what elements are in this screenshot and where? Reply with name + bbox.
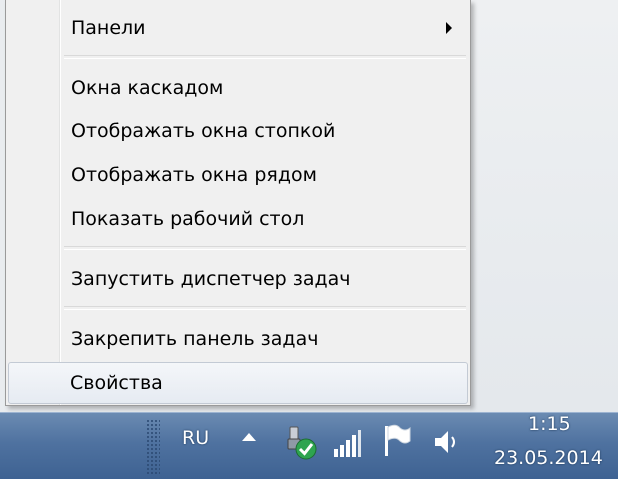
taskbar-grip-handle[interactable]: [146, 419, 160, 475]
menu-item-label: Показать рабочий стол: [71, 208, 305, 230]
desktop-background[interactable]: [470, 0, 618, 412]
clock-date[interactable]: 23.05.2014: [494, 447, 603, 469]
language-indicator[interactable]: RU: [182, 427, 209, 449]
menu-item-task-manager[interactable]: Запустить диспетчер задач: [8, 259, 468, 299]
submenu-arrow-icon: [446, 22, 452, 34]
show-hidden-icons-arrow-icon[interactable]: [242, 433, 256, 441]
action-center-flag-icon[interactable]: [382, 423, 412, 461]
menu-item-label: Отображать окна рядом: [71, 164, 317, 186]
menu-separator: [64, 306, 466, 310]
menu-item-label: Панели: [71, 17, 146, 39]
menu-item-lock-taskbar[interactable]: Закрепить панель задач: [8, 319, 468, 359]
menu-item-show-desktop[interactable]: Показать рабочий стол: [8, 199, 468, 239]
menu-separator: [64, 246, 466, 250]
volume-icon[interactable]: [432, 427, 460, 461]
menu-item-label: Свойства: [70, 372, 163, 394]
menu-item-cascade-windows[interactable]: Окна каскадом: [8, 68, 468, 108]
signal-bars-icon[interactable]: [332, 429, 362, 463]
taskbar[interactable]: RU 1:15 23.05.2014: [0, 412, 618, 479]
clock-time[interactable]: 1:15: [528, 413, 571, 435]
menu-item-side-by-side[interactable]: Отображать окна рядом: [8, 155, 468, 195]
menu-item-panels[interactable]: Панели: [8, 8, 468, 48]
menu-item-label: Окна каскадом: [71, 77, 224, 99]
menu-item-label: Запустить диспетчер задач: [71, 268, 351, 290]
taskbar-context-menu: Панели Окна каскадом Отображать окна сто…: [5, 0, 471, 406]
menu-separator: [64, 55, 466, 59]
menu-item-properties[interactable]: Свойства: [8, 362, 468, 404]
menu-item-stack-windows[interactable]: Отображать окна стопкой: [8, 111, 468, 151]
menu-item-label: Закрепить панель задач: [71, 328, 319, 350]
usb-safely-remove-icon[interactable]: [284, 425, 320, 465]
menu-item-label: Отображать окна стопкой: [71, 120, 336, 142]
